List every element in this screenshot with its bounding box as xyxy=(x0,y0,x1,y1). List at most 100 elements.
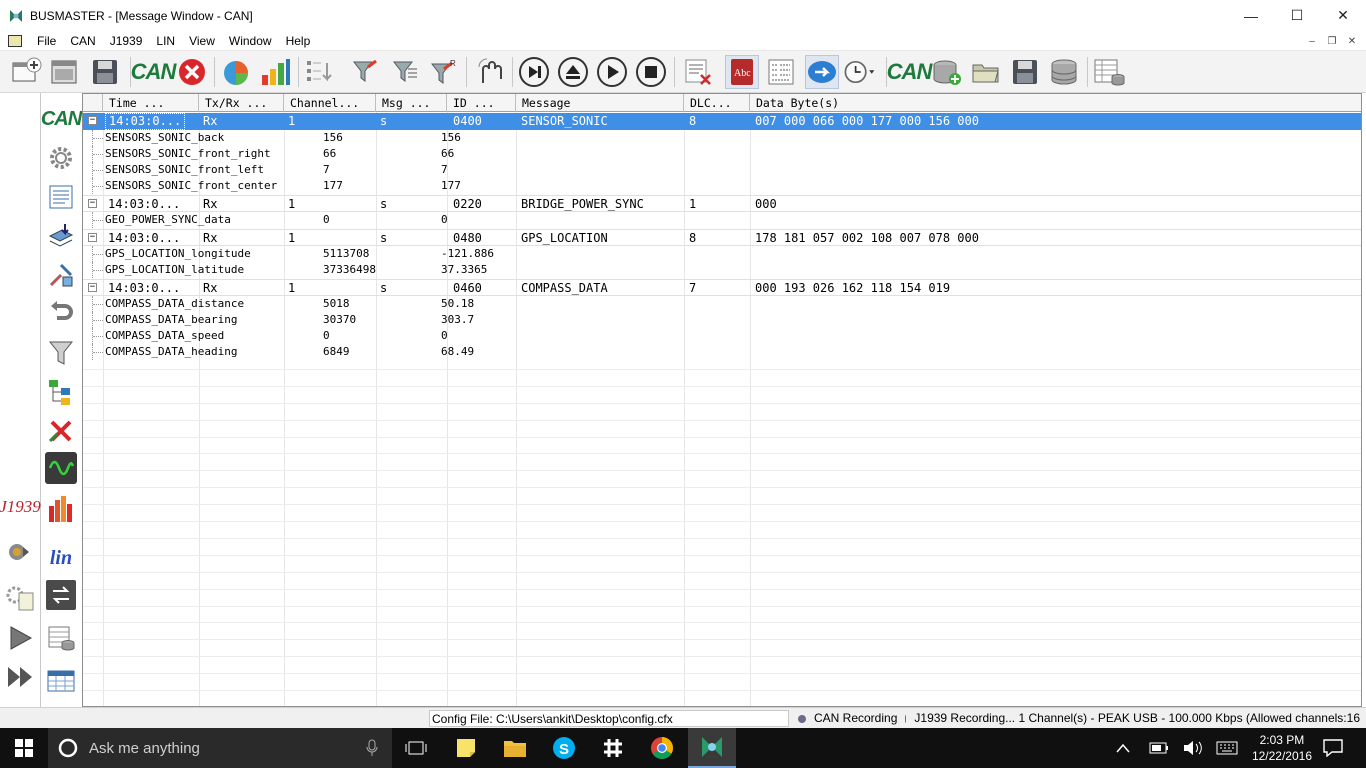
message-list-icon[interactable] xyxy=(302,55,336,89)
slack-icon[interactable] xyxy=(589,728,637,768)
menu-window[interactable]: Window xyxy=(222,31,279,51)
mdi-restore-button[interactable]: ❐ xyxy=(1324,36,1340,47)
signal-row[interactable]: COMPASS_DATA_bearing 30370 303.7 xyxy=(83,312,1361,328)
signal-row[interactable]: SENSORS_SONIC_front_left 7 7 xyxy=(83,162,1361,178)
col-header-message[interactable]: Message xyxy=(516,94,684,112)
signal-row[interactable]: GPS_LOCATION_longitude 5113708 -121.886 xyxy=(83,246,1361,262)
message-row[interactable]: − 14:03:0... Rx 1 s 0220 BRIDGE_POWER_SYNC 1 000 xyxy=(83,195,1361,212)
col-header-expand[interactable] xyxy=(83,94,103,112)
message-row[interactable]: −14:03:0... Rx 1 s 0400 SENSOR_SONIC 8 007 000 … xyxy=(83,113,1361,130)
sticky-notes-icon[interactable] xyxy=(442,728,490,768)
system-clock[interactable]: 2:03 PM 12/22/2016 xyxy=(1252,732,1312,764)
show-hidden-icons[interactable] xyxy=(1105,728,1141,768)
new-config-icon[interactable] xyxy=(9,55,43,89)
busmaster-taskbar-icon[interactable] xyxy=(688,728,736,768)
col-header-id[interactable]: ID ... xyxy=(447,94,516,112)
col-header-dlc[interactable]: DLC... xyxy=(684,94,750,112)
import-log-icon[interactable] xyxy=(43,218,79,254)
new-database-icon[interactable] xyxy=(930,55,964,89)
j1939-settings-icon[interactable] xyxy=(2,580,38,616)
database-editor-icon[interactable] xyxy=(1092,55,1126,89)
start-button[interactable] xyxy=(0,728,48,768)
signal-row[interactable]: COMPASS_DATA_heading 6849 68.49 xyxy=(83,344,1361,360)
signal-row[interactable]: COMPASS_DATA_distance 5018 50.18 xyxy=(83,296,1361,312)
signal-row[interactable]: COMPASS_DATA_speed 0 0 xyxy=(83,328,1361,344)
stop-icon[interactable] xyxy=(634,55,668,89)
col-header-time[interactable]: Time ... xyxy=(103,94,199,112)
j1939-play-icon[interactable] xyxy=(2,620,38,656)
skype-icon[interactable]: S xyxy=(540,728,588,768)
overwrite-mode-icon[interactable] xyxy=(765,55,799,89)
file-explorer-icon[interactable] xyxy=(491,728,539,768)
microphone-icon[interactable] xyxy=(366,739,378,757)
task-view-icon[interactable] xyxy=(392,728,440,768)
collapse-toggle-icon[interactable]: − xyxy=(88,283,97,292)
node-hierarchy-icon[interactable] xyxy=(43,374,79,410)
pie-chart-icon[interactable] xyxy=(219,55,253,89)
step-icon[interactable] xyxy=(517,55,551,89)
menu-lin[interactable]: LIN xyxy=(149,31,182,51)
collapse-toggle-icon[interactable]: − xyxy=(88,233,97,242)
j1939-label[interactable]: J1939 xyxy=(0,489,41,525)
mdi-system-icon[interactable] xyxy=(8,34,22,47)
battery-icon[interactable] xyxy=(1141,728,1177,768)
col-header-data-bytes[interactable]: Data Byte(s) xyxy=(750,94,1361,112)
message-row[interactable]: − 14:03:0... Rx 1 s 0480 GPS_LOCATION 8 178 181 … xyxy=(83,229,1361,246)
save-database-icon[interactable] xyxy=(1008,55,1042,89)
collapse-toggle-icon[interactable]: − xyxy=(88,116,97,125)
signal-row[interactable]: SENSORS_SONIC_back 156 156 xyxy=(83,130,1361,146)
signal-row[interactable]: SENSORS_SONIC_front_right 66 66 xyxy=(83,146,1361,162)
signal-graph-icon[interactable] xyxy=(45,452,77,484)
symbolic-mode-icon[interactable]: Abc xyxy=(725,55,759,89)
menu-j1939[interactable]: J1939 xyxy=(103,31,150,51)
delete-x-icon[interactable] xyxy=(43,413,79,449)
j1939-fast-forward-icon[interactable] xyxy=(2,659,38,695)
load-config-icon[interactable] xyxy=(48,55,82,89)
close-database-icon[interactable] xyxy=(1047,55,1081,89)
bar-statistics-icon[interactable] xyxy=(258,55,292,89)
volume-icon[interactable] xyxy=(1175,728,1211,768)
node-simulation-icon[interactable] xyxy=(473,55,507,89)
filter-funnel-icon[interactable] xyxy=(43,335,79,371)
keyboard-icon[interactable] xyxy=(1209,728,1245,768)
filter-icon[interactable] xyxy=(348,55,382,89)
action-center-icon[interactable] xyxy=(1310,728,1356,768)
minimize-button[interactable]: — xyxy=(1228,0,1274,31)
lin-table-icon[interactable] xyxy=(43,663,79,699)
lin-database-icon[interactable] xyxy=(43,620,79,656)
signal-row[interactable]: GPS_LOCATION_latitude 37336498 37.3365 xyxy=(83,262,1361,278)
can-connect-icon[interactable]: CAN xyxy=(131,55,177,89)
save-config-icon[interactable] xyxy=(88,55,122,89)
col-header-txrx[interactable]: Tx/Rx ... xyxy=(199,94,284,112)
lin-label[interactable]: lin xyxy=(43,540,79,576)
can-database-icon[interactable]: CAN xyxy=(887,55,933,89)
menu-file[interactable]: File xyxy=(30,31,63,51)
open-database-icon[interactable] xyxy=(969,55,1003,89)
signal-row[interactable]: SENSORS_SONIC_front_center 177 177 xyxy=(83,178,1361,194)
col-header-channel[interactable]: Channel... xyxy=(284,94,376,112)
log-file-icon[interactable] xyxy=(43,179,79,215)
mdi-minimize-button[interactable]: – xyxy=(1304,36,1320,47)
replay-filter-icon[interactable]: R xyxy=(426,55,460,89)
close-button[interactable]: ✕ xyxy=(1320,0,1366,31)
time-mode-icon[interactable] xyxy=(842,55,876,89)
hex-mode-icon[interactable] xyxy=(805,55,839,89)
disconnect-icon[interactable] xyxy=(175,55,209,89)
menu-view[interactable]: View xyxy=(182,31,222,51)
signal-row[interactable]: GEO_POWER_SYNC_data 0 0 xyxy=(83,212,1361,228)
eject-icon[interactable] xyxy=(556,55,590,89)
statistics-chart-icon[interactable] xyxy=(43,491,79,527)
configure-tools-icon[interactable] xyxy=(43,257,79,293)
play-icon[interactable] xyxy=(595,55,629,89)
settings-gear-icon[interactable] xyxy=(43,140,79,176)
maximize-button[interactable]: ☐ xyxy=(1274,0,1320,31)
lin-connect-icon[interactable] xyxy=(46,580,76,610)
can-sidebar-label[interactable]: CAN xyxy=(41,101,82,137)
cortana-search-box[interactable]: Ask me anything xyxy=(48,728,392,768)
mdi-close-button[interactable]: ✕ xyxy=(1344,36,1360,47)
menu-can[interactable]: CAN xyxy=(63,31,102,51)
undo-icon[interactable] xyxy=(43,296,79,332)
menu-help[interactable]: Help xyxy=(279,31,318,51)
col-header-msg-type[interactable]: Msg ... xyxy=(376,94,447,112)
collapse-toggle-icon[interactable]: − xyxy=(88,199,97,208)
